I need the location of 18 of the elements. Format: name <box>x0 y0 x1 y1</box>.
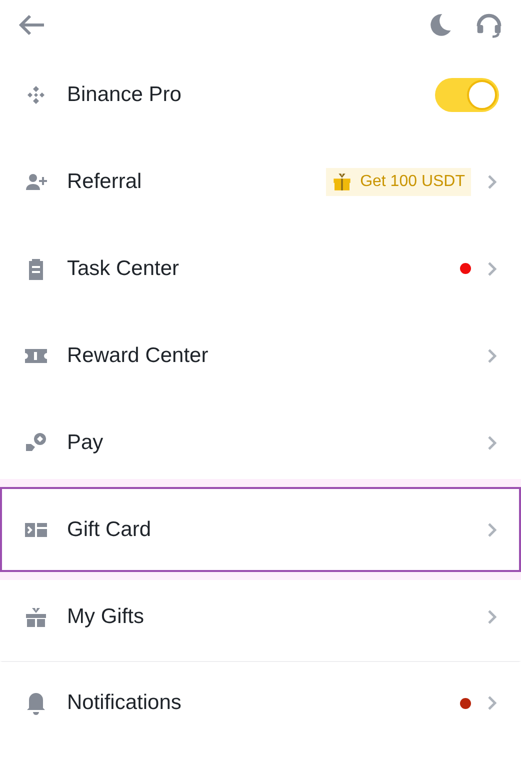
menu-item[interactable]: Referral Get 100 USDT <box>0 139 521 224</box>
chevron-icon <box>485 695 499 711</box>
toggle-switch[interactable] <box>435 78 499 112</box>
menu-item[interactable]: My Gifts <box>0 574 521 659</box>
menu-item[interactable]: Pay <box>0 400 521 485</box>
chevron-icon <box>485 608 499 624</box>
menu-item[interactable]: Reward Center <box>0 313 521 398</box>
menu-item[interactable]: Binance Pro <box>0 52 521 137</box>
chevron-icon <box>485 522 499 538</box>
chevron-icon <box>485 348 499 364</box>
chevron-icon <box>485 260 499 276</box>
headset-icon[interactable] <box>475 11 503 39</box>
chevron-icon <box>485 174 499 190</box>
chevron-icon <box>485 434 499 450</box>
back-arrow-icon[interactable] <box>18 13 46 37</box>
menu-item[interactable]: Notifications <box>0 661 521 746</box>
promo-badge: Get 100 USDT <box>326 168 471 196</box>
menu-item[interactable]: Task Center <box>0 226 521 311</box>
